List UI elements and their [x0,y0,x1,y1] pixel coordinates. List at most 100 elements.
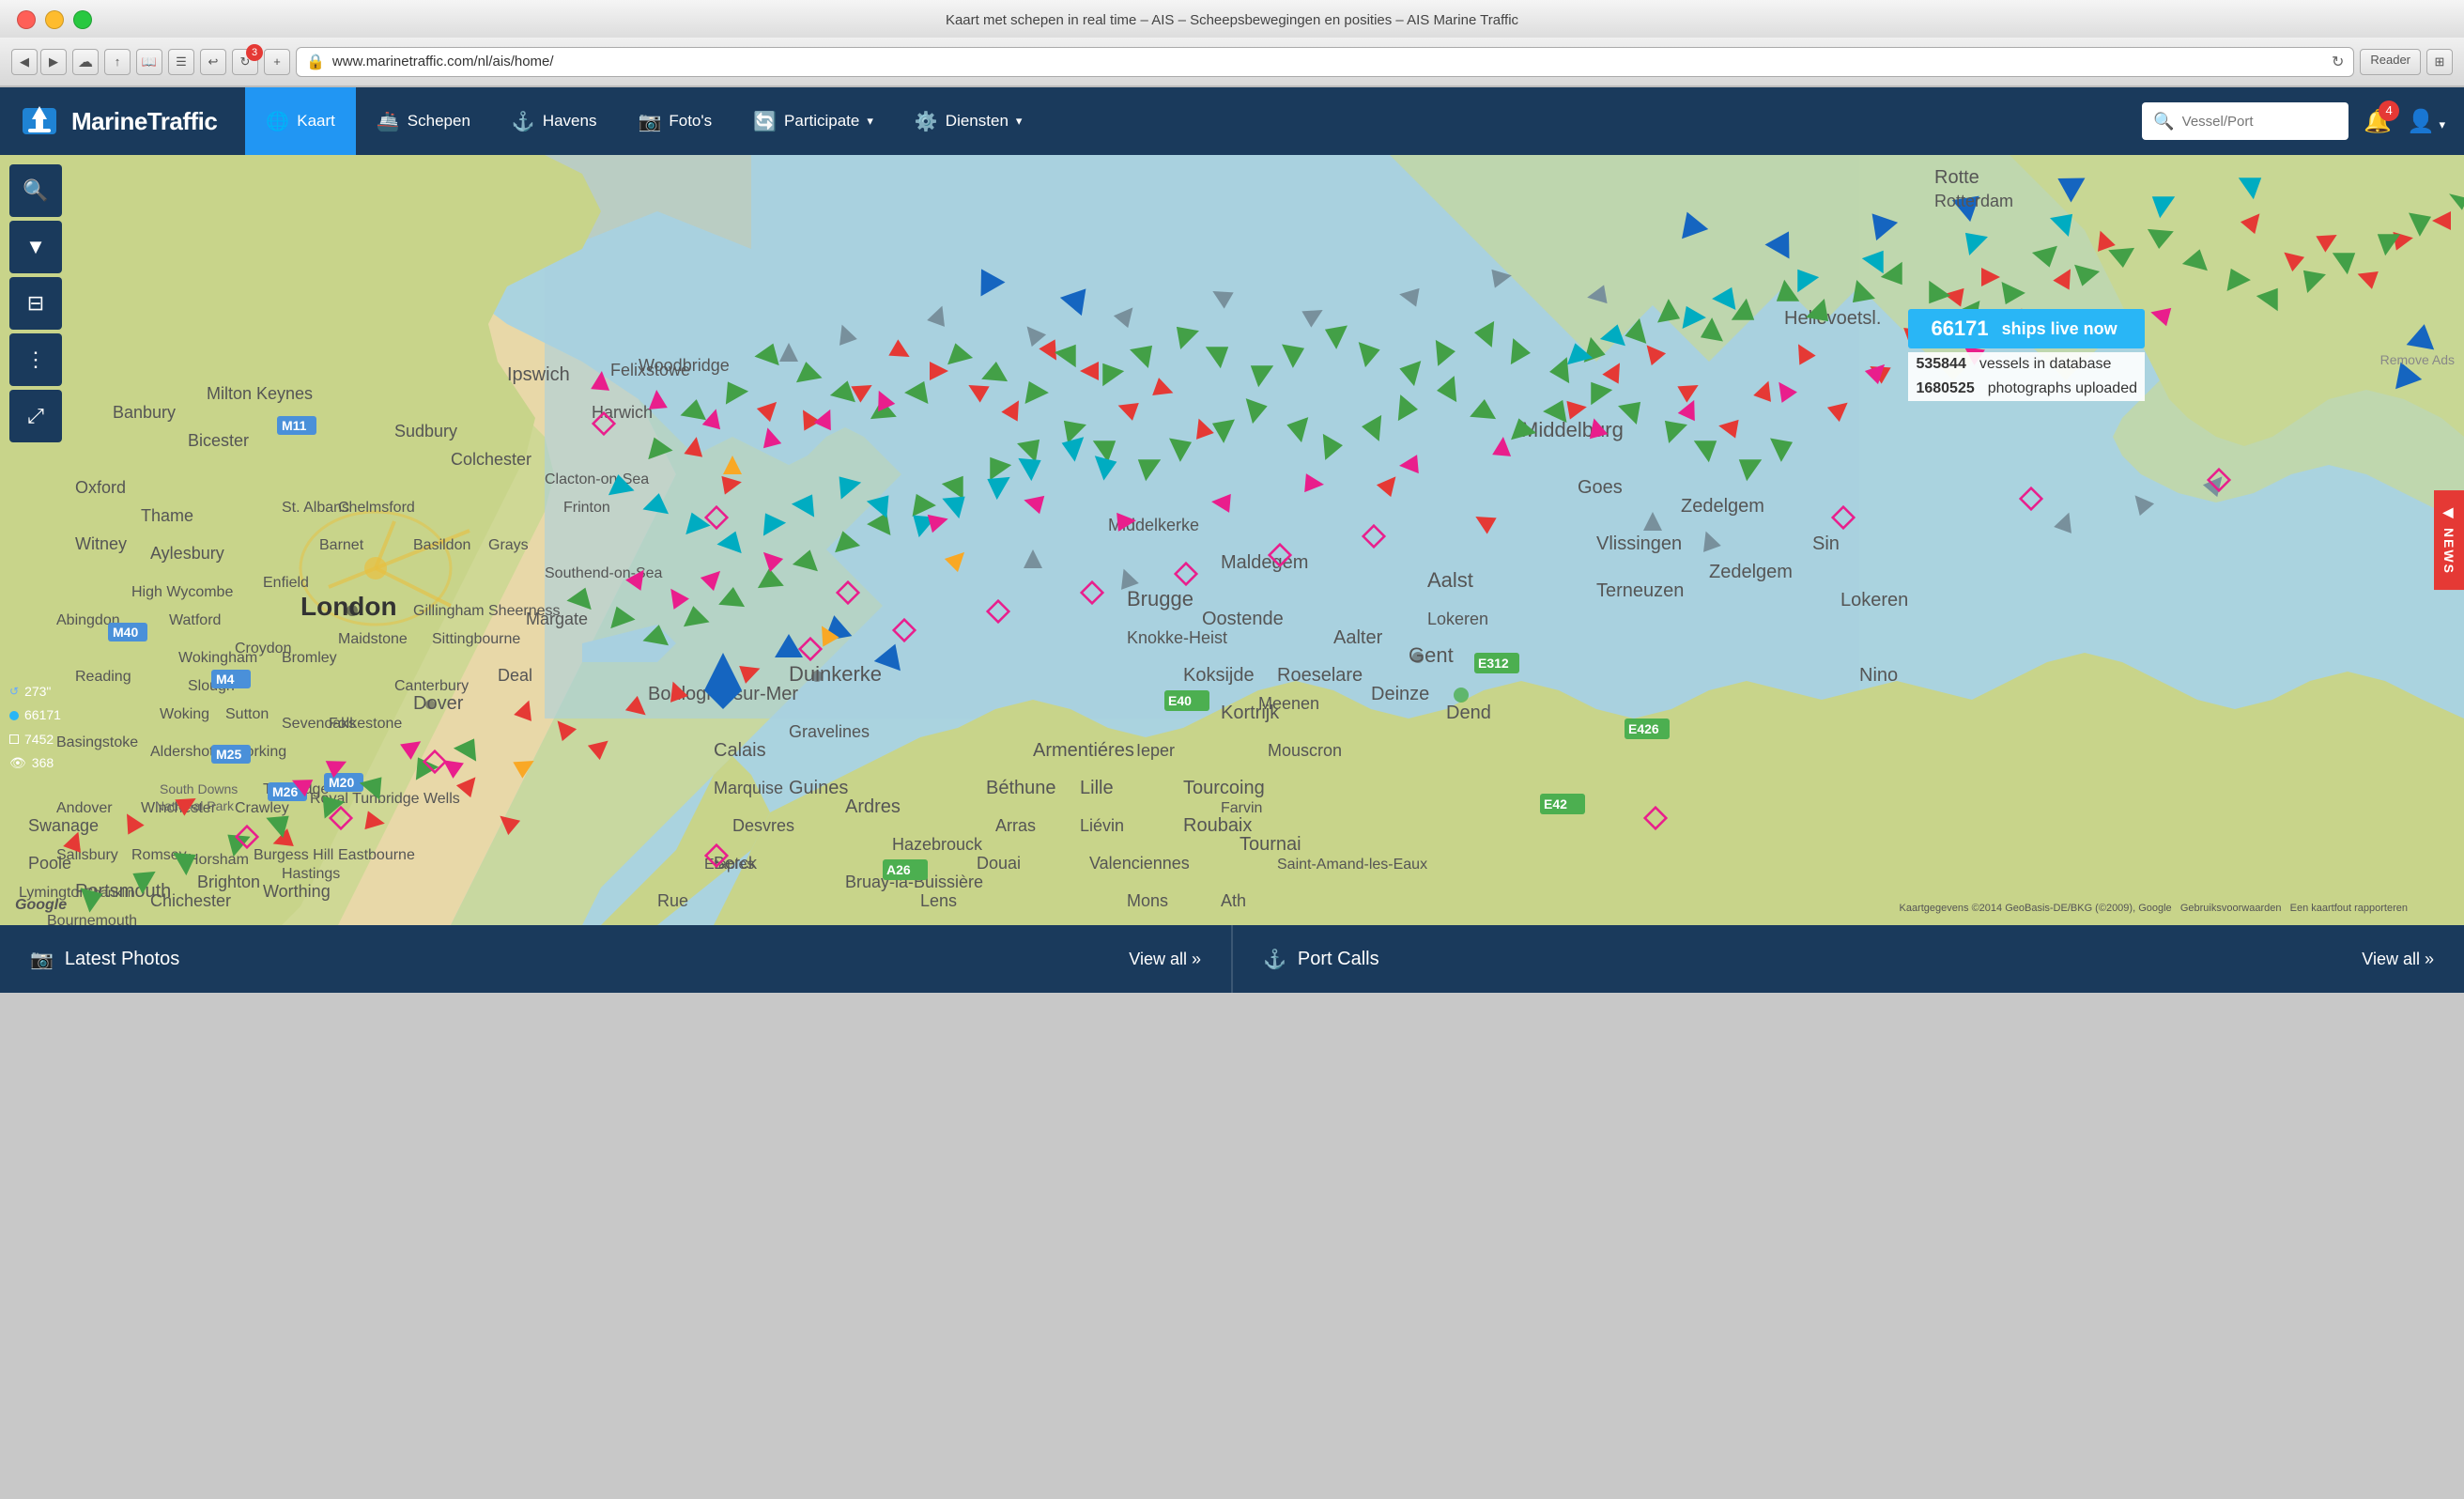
live-count: 66171 [1931,317,1988,341]
vessels-label: vessels in database [1979,356,2112,373]
user-menu[interactable]: 👤 ▾ [2407,108,2445,135]
zoom-value: 273" [24,680,51,703]
photos-stat-row: 1680525 photographs uploaded [1908,377,2145,401]
nav-item-havens[interactable]: ⚓ Havens [491,87,618,155]
search-icon: 🔍 [23,178,48,203]
zoom-icon: ↺ [9,682,19,703]
map-fullscreen-button[interactable]: ⤢ [9,390,62,442]
nav-item-diensten[interactable]: ⚙️ Diensten ▾ [894,87,1043,155]
report-link[interactable]: Een kaartfout rapporteren [2290,903,2408,914]
nav-label-participate: Participate [784,112,859,131]
nav-label-diensten: Diensten [946,112,1009,131]
reload-button[interactable]: ↻ 3 [232,49,258,75]
window-chrome: Kaart met schepen in real time – AIS – S… [0,0,2464,87]
user-icon: 👤 [2407,109,2435,134]
photos-view-all-button[interactable]: View all » [1129,950,1201,969]
app-navbar: MarineTraffic 🌐 Kaart 🚢 Schepen ⚓ Havens… [0,87,2464,155]
news-arrow-icon: ◀ [2441,505,2456,522]
map-container[interactable]: Banbury Milton Keynes Bicester Oxford Th… [0,155,2464,925]
refresh-icon: 🔄 [753,110,777,133]
maximize-button[interactable] [73,10,92,29]
back-button[interactable]: ◀ [11,49,38,75]
participate-chevron-icon: ▾ [867,114,873,129]
map-toolbar: 🔍 ▼ ⊟ ⋮ ⤢ [9,164,62,442]
close-button[interactable] [17,10,36,29]
map-stats-left: ↺ 273" 66171 7452 👁 368 [9,680,61,775]
user-chevron-icon: ▾ [2439,117,2445,131]
remove-ads-button[interactable]: Remove Ads [2371,343,2464,377]
live-ships-row: 66171 [9,703,61,727]
news-tab[interactable]: ◀ NEWS [2434,490,2464,590]
live-label: ships live now [2002,319,2118,339]
notification-badge: 4 [2379,100,2399,121]
latest-photos-section: 📷 Latest Photos View all » [0,948,1231,971]
anchor-bottom-icon: ⚓ [1263,948,1286,971]
map-filter-button[interactable]: ▼ [9,221,62,273]
google-watermark: Google [15,897,67,914]
brand-name: MarineTraffic [71,107,217,136]
anchor-icon: ⚓ [512,110,535,133]
forward-button[interactable]: ▶ [40,49,67,75]
window-buttons [17,10,92,29]
lock-icon: 🔒 [306,53,325,71]
live-ships-stat: 66171 ships live now [1908,309,2145,348]
nav-item-fotos[interactable]: 📷 Foto's [617,87,732,155]
bottom-bar: 📷 Latest Photos View all » ⚓ Port Calls … [0,925,2464,993]
gear-icon: ⚙️ [915,110,938,133]
latest-photos-label: 📷 Latest Photos [30,948,179,971]
address-bar[interactable] [332,54,2324,70]
icloud-button[interactable]: ☁ [72,49,99,75]
location-button[interactable]: + [264,49,290,75]
map-nodes-button[interactable]: ⋮ [9,333,62,386]
search-input[interactable] [2182,114,2338,130]
watched-value: 368 [32,751,54,775]
live-ships-value: 66171 [24,703,61,727]
minimize-button[interactable] [45,10,64,29]
window-title: Kaart met schepen in real time – AIS – S… [946,12,1518,28]
browser-badge: 3 [246,44,263,61]
nav-label-fotos: Foto's [669,112,712,131]
brand: MarineTraffic [19,100,217,142]
page-reload-icon[interactable]: ↻ [2332,53,2344,71]
photos-label: photographs uploaded [1988,380,2137,397]
notification-bell[interactable]: 🔔 4 [2364,108,2392,135]
nav-item-participate[interactable]: 🔄 Participate ▾ [732,87,894,155]
share-button[interactable]: ↑ [104,49,131,75]
map-search-button[interactable]: 🔍 [9,164,62,217]
back2-button[interactable]: ↩ [200,49,226,75]
nav-label-kaart: Kaart [297,112,335,131]
reader-button[interactable]: Reader [2360,49,2421,75]
brand-logo-icon [19,100,60,142]
nav-item-schepen[interactable]: 🚢 Schepen [356,87,491,155]
port-calls-label: ⚓ Port Calls [1263,948,1379,971]
bookmarks-button[interactable]: ⊞ [2426,49,2453,75]
nav-search[interactable]: 🔍 [2142,102,2348,140]
nav-search-icon: 🔍 [2153,112,2174,131]
nav-items: 🌐 Kaart 🚢 Schepen ⚓ Havens 📷 Foto's 🔄 Pa… [245,87,2142,155]
photos-count: 1680525 [1916,380,1974,397]
browser-toolbar: ◀ ▶ ☁ ↑ 📖 ☰ ↩ ↻ 3 + 🔒 ↻ Reader ⊞ [0,38,2464,86]
terms-link[interactable]: Gebruiksvoorwaarden [2180,903,2282,914]
port-calls-section: ⚓ Port Calls View all » [1233,948,2464,971]
filter-icon: ▼ [25,235,46,259]
nodes-icon: ⋮ [25,348,46,372]
port-calls-view-all-button[interactable]: View all » [2362,950,2434,969]
map-background [0,155,2464,925]
news-label: NEWS [2441,528,2456,575]
nav-item-kaart[interactable]: 🌐 Kaart [245,87,356,155]
layers-icon: ⊟ [27,291,44,316]
bookmark-button[interactable]: 📖 [136,49,162,75]
camera-bottom-icon: 📷 [30,948,54,971]
readinglist-button[interactable]: ☰ [168,49,194,75]
fullscreen-icon: ⤢ [27,404,44,428]
stats-panel: 66171 ships live now 535844 vessels in d… [1908,309,2145,401]
nav-right: 🔔 4 👤 ▾ [2364,108,2445,135]
nav-group: ◀ ▶ [11,49,67,75]
title-bar: Kaart met schepen in real time – AIS – S… [0,0,2464,38]
eye-icon: 👁 [9,751,26,775]
address-bar-wrap: 🔒 ↻ [296,47,2354,77]
diensten-chevron-icon: ▾ [1016,114,1023,129]
nav-label-schepen: Schepen [408,112,470,131]
map-layers-button[interactable]: ⊟ [9,277,62,330]
anchored-indicator [9,734,19,744]
